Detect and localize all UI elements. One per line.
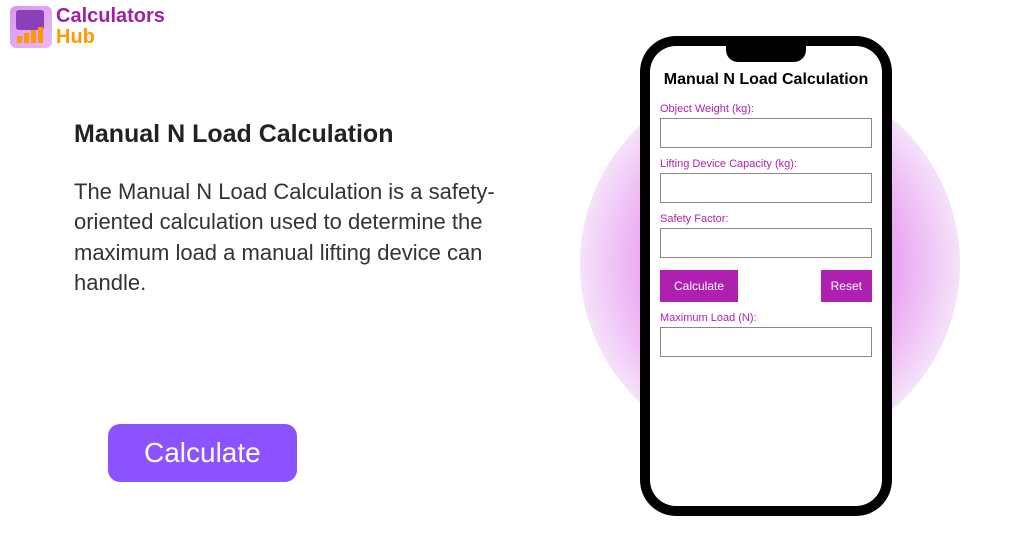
page-title: Manual N Load Calculation — [74, 120, 534, 149]
phone-notch — [726, 46, 806, 62]
capacity-input[interactable] — [660, 173, 872, 203]
phone-calculate-button[interactable]: Calculate — [660, 270, 738, 302]
logo-text-top: Calculators — [56, 6, 165, 27]
weight-label: Object Weight (kg): — [660, 103, 872, 115]
phone-reset-button[interactable]: Reset — [821, 270, 872, 302]
calculator-title: Manual N Load Calculation — [660, 70, 872, 89]
phone-mockup: Manual N Load Calculation Object Weight … — [640, 36, 892, 516]
capacity-label: Lifting Device Capacity (kg): — [660, 158, 872, 170]
result-output — [660, 327, 872, 357]
calculate-cta-button[interactable]: Calculate — [108, 424, 297, 482]
safety-label: Safety Factor: — [660, 213, 872, 225]
page-description: The Manual N Load Calculation is a safet… — [74, 177, 534, 298]
logo-text-bottom: Hub — [56, 27, 165, 48]
logo-icon — [10, 6, 52, 48]
logo: Calculators Hub — [10, 6, 165, 48]
result-label: Maximum Load (N): — [660, 312, 872, 324]
safety-input[interactable] — [660, 228, 872, 258]
weight-input[interactable] — [660, 118, 872, 148]
content-area: Manual N Load Calculation The Manual N L… — [74, 120, 534, 298]
